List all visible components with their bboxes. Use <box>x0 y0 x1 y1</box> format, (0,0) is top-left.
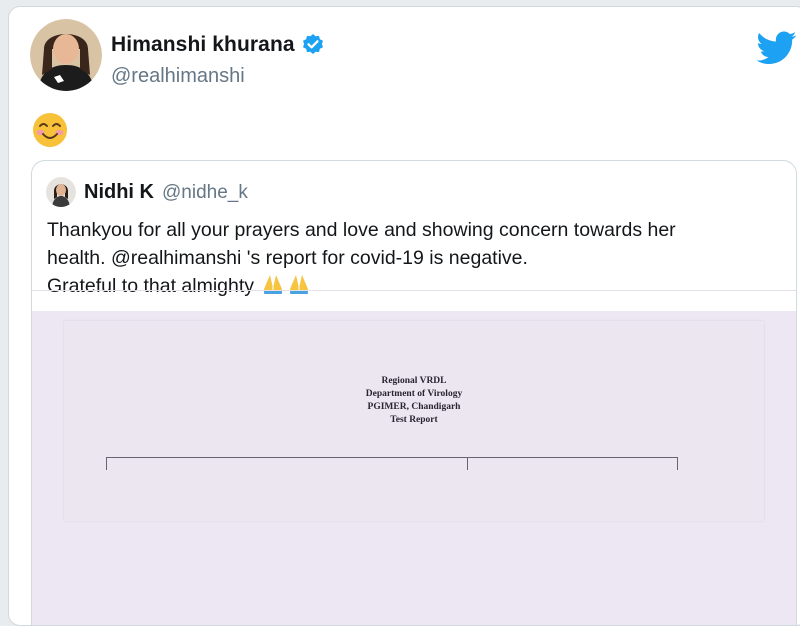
report-header: Regional VRDL Department of Virology PGI… <box>64 375 764 427</box>
report-header-line: PGIMER, Chandigarh <box>367 402 461 412</box>
smiling-face-emoji-icon <box>31 111 69 149</box>
verified-badge-icon <box>301 33 325 57</box>
author-name-row: Himanshi khurana <box>111 33 325 57</box>
quoted-author-avatar[interactable] <box>46 177 76 207</box>
quoted-author-name[interactable]: Nidhi K <box>84 181 154 204</box>
twitter-bird-icon[interactable] <box>756 31 797 65</box>
quoted-text-line: health. @realhimanshi 's report for covi… <box>47 247 528 269</box>
quoted-text-line: Grateful to that almighty <box>47 275 255 297</box>
quoted-text-line: Thankyou for all your prayers and love a… <box>47 219 676 241</box>
report-table <box>106 457 678 470</box>
folded-hands-icon <box>261 273 285 295</box>
author-name[interactable]: Himanshi khurana <box>111 33 295 57</box>
quoted-tweet-text: Thankyou for all your prayers and love a… <box>47 216 782 300</box>
report-header-line: Test Report <box>390 415 438 425</box>
author-handle[interactable]: @realhimanshi <box>111 65 245 88</box>
tweet-card[interactable]: Himanshi khurana @realhimanshi Nidhi K @… <box>8 6 800 626</box>
quoted-text-line-with-emoji: Grateful to that almighty <box>47 272 782 300</box>
quoted-author-handle[interactable]: @nidhe_k <box>162 182 248 204</box>
quoted-tweet-header: Nidhi K @nidhe_k <box>84 181 248 204</box>
report-header-line: Regional VRDL <box>381 376 447 386</box>
author-avatar[interactable] <box>30 19 102 91</box>
folded-hands-icon <box>287 273 311 295</box>
test-report-image[interactable]: Regional VRDL Department of Virology PGI… <box>64 321 764 521</box>
media-divider <box>32 290 796 291</box>
report-header-line: Department of Virology <box>365 389 463 399</box>
quoted-tweet-card[interactable]: Nidhi K @nidhe_k Thankyou for all your p… <box>31 160 797 625</box>
